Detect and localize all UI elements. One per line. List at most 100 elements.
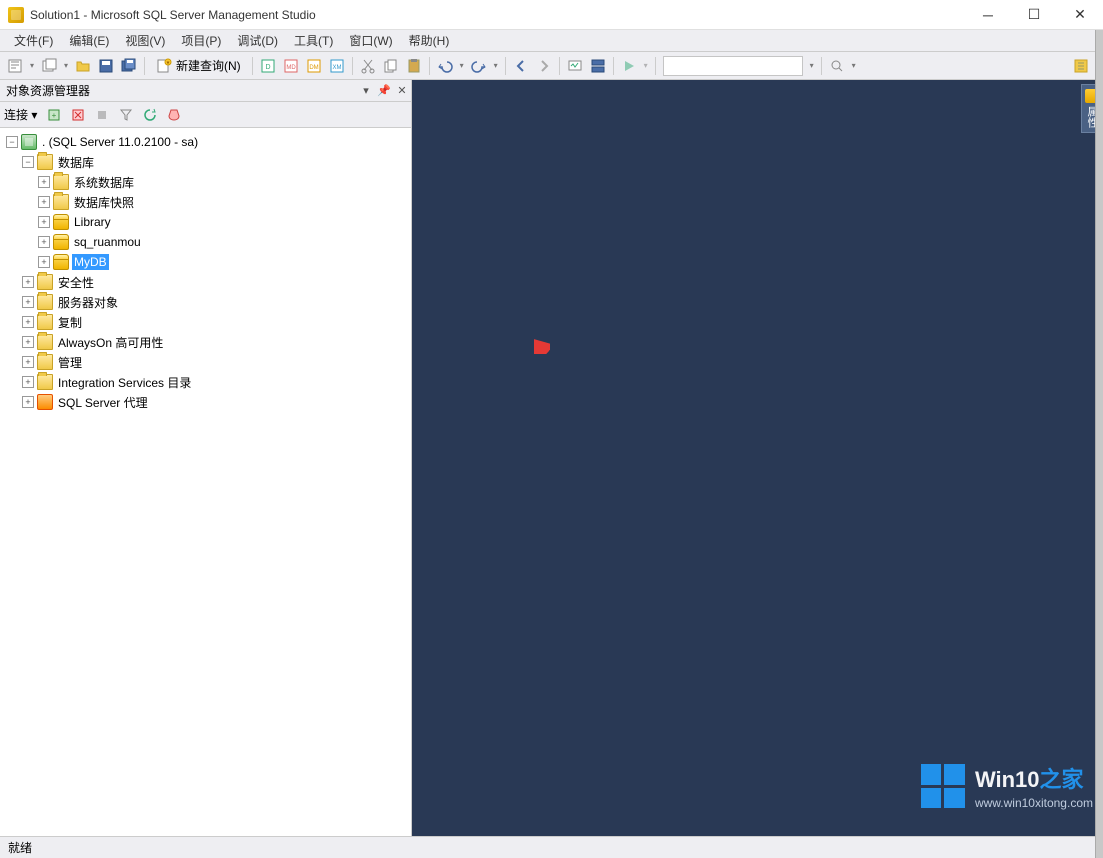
tree-sqlagent-node[interactable]: + SQL Server 代理	[2, 392, 409, 412]
connect-label[interactable]: 连接 ▾	[4, 106, 37, 123]
filter-button[interactable]	[115, 104, 137, 126]
add-item-button[interactable]	[38, 55, 60, 77]
stop-button[interactable]	[91, 104, 113, 126]
policy-button[interactable]	[163, 104, 185, 126]
menu-edit[interactable]: 编辑(E)	[61, 30, 117, 51]
panel-close-button[interactable]: ✕	[393, 82, 411, 100]
copy-button[interactable]	[380, 55, 402, 77]
open-button[interactable]	[72, 55, 94, 77]
tree-databases-node[interactable]: − 数据库	[2, 152, 409, 172]
new-project-button[interactable]	[4, 55, 26, 77]
expander-icon[interactable]: +	[22, 376, 34, 388]
is-label: Integration Services 目录	[56, 373, 193, 392]
tree-replication-node[interactable]: + 复制	[2, 312, 409, 332]
connect-server-button[interactable]: +	[43, 104, 65, 126]
registered-servers-button[interactable]	[587, 55, 609, 77]
expander-icon[interactable]: +	[22, 336, 34, 348]
svg-text:+: +	[52, 111, 57, 120]
undo-button[interactable]	[434, 55, 456, 77]
expander-icon[interactable]: +	[38, 216, 50, 228]
options-button[interactable]	[1070, 55, 1092, 77]
script-de-button[interactable]: D	[257, 55, 279, 77]
maximize-button[interactable]: ☐	[1011, 0, 1057, 30]
tree-management-node[interactable]: + 管理	[2, 352, 409, 372]
menu-view[interactable]: 视图(V)	[117, 30, 173, 51]
redo-button[interactable]	[468, 55, 490, 77]
sysdb-label: 系统数据库	[72, 173, 136, 192]
paste-button[interactable]	[403, 55, 425, 77]
menu-debug[interactable]: 调试(D)	[229, 30, 286, 51]
expander-icon[interactable]: +	[22, 276, 34, 288]
refresh-button[interactable]	[139, 104, 161, 126]
separator	[505, 57, 506, 75]
start-debug-button[interactable]	[618, 55, 640, 77]
script-mdx-button[interactable]: MD	[280, 55, 302, 77]
expander-icon[interactable]: +	[22, 296, 34, 308]
close-button[interactable]: ✕	[1057, 0, 1103, 30]
watermark-text-block: Win10之家 www.win10xitong.com	[975, 762, 1093, 810]
separator	[352, 57, 353, 75]
script-xmla-button[interactable]: XM	[326, 55, 348, 77]
minimize-button[interactable]: ─	[965, 0, 1011, 30]
dropdown-icon[interactable]: ▾	[27, 55, 37, 77]
tree-server-objects-node[interactable]: + 服务器对象	[2, 292, 409, 312]
dropdown-icon[interactable]: ▾	[61, 55, 71, 77]
menu-tools[interactable]: 工具(T)	[286, 30, 341, 51]
tree-server-node[interactable]: − . (SQL Server 11.0.2100 - sa)	[2, 132, 409, 152]
window-title: Solution1 - Microsoft SQL Server Managem…	[30, 8, 316, 22]
app-icon	[8, 7, 24, 23]
tree-sysdb-node[interactable]: + 系统数据库	[2, 172, 409, 192]
cut-button[interactable]	[357, 55, 379, 77]
expander-icon[interactable]: +	[22, 316, 34, 328]
tree-alwayson-node[interactable]: + AlwaysOn 高可用性	[2, 332, 409, 352]
folder-icon	[37, 334, 53, 350]
tree-mydb-node[interactable]: + MyDB	[2, 252, 409, 272]
alwayson-label: AlwaysOn 高可用性	[56, 333, 165, 352]
titlebar: Solution1 - Microsoft SQL Server Managem…	[0, 0, 1103, 30]
dropdown-icon[interactable]: ▾	[491, 55, 501, 77]
new-query-icon: ★	[156, 58, 172, 74]
expander-icon[interactable]: +	[38, 176, 50, 188]
server-icon	[21, 134, 37, 150]
dropdown-icon[interactable]: ▾	[807, 55, 817, 77]
dropdown-icon[interactable]: ▾	[849, 55, 859, 77]
panel-menu-button[interactable]: ▾	[357, 82, 375, 100]
statusbar: 就绪	[0, 836, 1103, 858]
disconnect-button[interactable]	[67, 104, 89, 126]
tree-is-node[interactable]: + Integration Services 目录	[2, 372, 409, 392]
new-query-button[interactable]: ★ 新建查询(N)	[149, 55, 248, 77]
annotation-arrow	[534, 338, 550, 354]
menu-project[interactable]: 项目(P)	[173, 30, 229, 51]
expander-icon[interactable]: +	[38, 236, 50, 248]
expander-icon[interactable]: +	[22, 396, 34, 408]
expander-icon[interactable]: −	[22, 156, 34, 168]
document-area: 属性 Win10之家 www.win10xitong.com	[412, 80, 1103, 836]
expander-icon[interactable]: −	[6, 136, 18, 148]
tree-security-node[interactable]: + 安全性	[2, 272, 409, 292]
mydb-label: MyDB	[72, 254, 109, 270]
folder-icon	[37, 274, 53, 290]
tree-library-node[interactable]: + Library	[2, 212, 409, 232]
script-dmx-button[interactable]: DM	[303, 55, 325, 77]
menu-file[interactable]: 文件(F)	[6, 30, 61, 51]
dropdown-icon[interactable]: ▾	[457, 55, 467, 77]
database-combo[interactable]	[663, 56, 803, 76]
find-button[interactable]	[826, 55, 848, 77]
panel-pin-button[interactable]: 📌	[375, 82, 393, 100]
menu-window[interactable]: 窗口(W)	[341, 30, 400, 51]
save-button[interactable]	[95, 55, 117, 77]
activity-monitor-button[interactable]	[564, 55, 586, 77]
separator	[429, 57, 430, 75]
expander-icon[interactable]: +	[22, 356, 34, 368]
navigate-back-button[interactable]	[510, 55, 532, 77]
dropdown-icon[interactable]: ▾	[641, 55, 651, 77]
tree-snapshots-node[interactable]: + 数据库快照	[2, 192, 409, 212]
tree-sqruanmou-node[interactable]: + sq_ruanmou	[2, 232, 409, 252]
menu-help[interactable]: 帮助(H)	[401, 30, 458, 51]
expander-icon[interactable]: +	[38, 256, 50, 268]
navigate-forward-button[interactable]	[533, 55, 555, 77]
status-ready: 就绪	[8, 839, 32, 856]
expander-icon[interactable]: +	[38, 196, 50, 208]
svg-text:MD: MD	[286, 65, 296, 71]
save-all-button[interactable]	[118, 55, 140, 77]
